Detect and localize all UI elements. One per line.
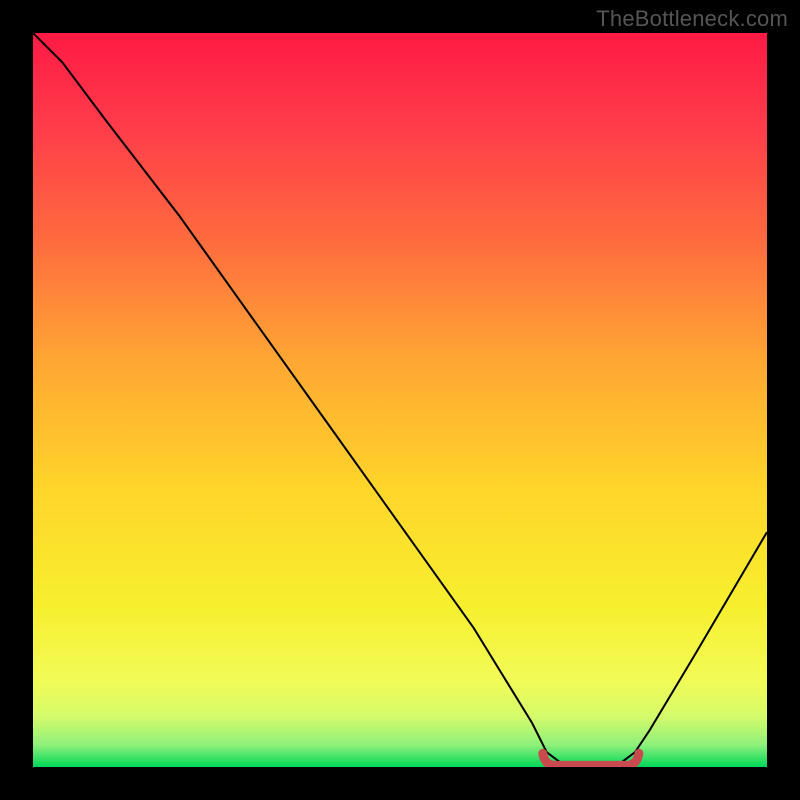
- chart-plot-area: [33, 33, 767, 767]
- watermark-text: TheBottleneck.com: [596, 6, 788, 32]
- chart-background: [33, 33, 767, 767]
- chart-svg: [33, 33, 767, 767]
